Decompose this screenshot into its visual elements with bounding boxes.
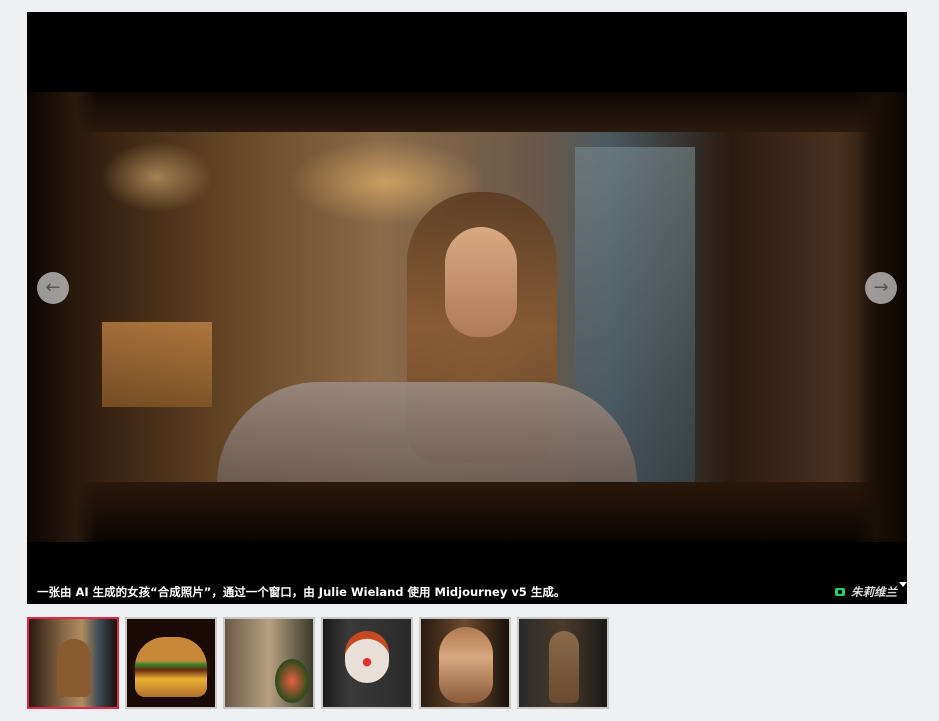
main-photo	[27, 92, 907, 542]
thumbnail-4[interactable]	[321, 617, 413, 709]
thumbnail-1[interactable]	[27, 617, 119, 709]
arrow-left-icon: ←	[45, 277, 61, 298]
thumbnail-6[interactable]	[517, 617, 609, 709]
thumbnail-2[interactable]	[125, 617, 217, 709]
thumbnail-strip	[27, 617, 609, 709]
credit-name: 朱莉维兰	[851, 585, 897, 599]
photo-credit[interactable]: 朱莉维兰	[835, 582, 907, 600]
arrow-right-icon: →	[873, 277, 889, 298]
caret-down-icon	[899, 582, 907, 587]
thumbnail-5[interactable]	[419, 617, 511, 709]
next-image-button[interactable]: →	[865, 272, 897, 304]
prev-image-button[interactable]: ←	[37, 272, 69, 304]
thumbnail-3[interactable]	[223, 617, 315, 709]
camera-icon	[835, 588, 845, 596]
image-caption: 一张由 AI 生成的女孩“合成照片”，通过一个窗口，由 Julie Wielan…	[37, 585, 566, 599]
image-viewer: ← → 一张由 AI 生成的女孩“合成照片”，通过一个窗口，由 Julie Wi…	[27, 12, 907, 604]
